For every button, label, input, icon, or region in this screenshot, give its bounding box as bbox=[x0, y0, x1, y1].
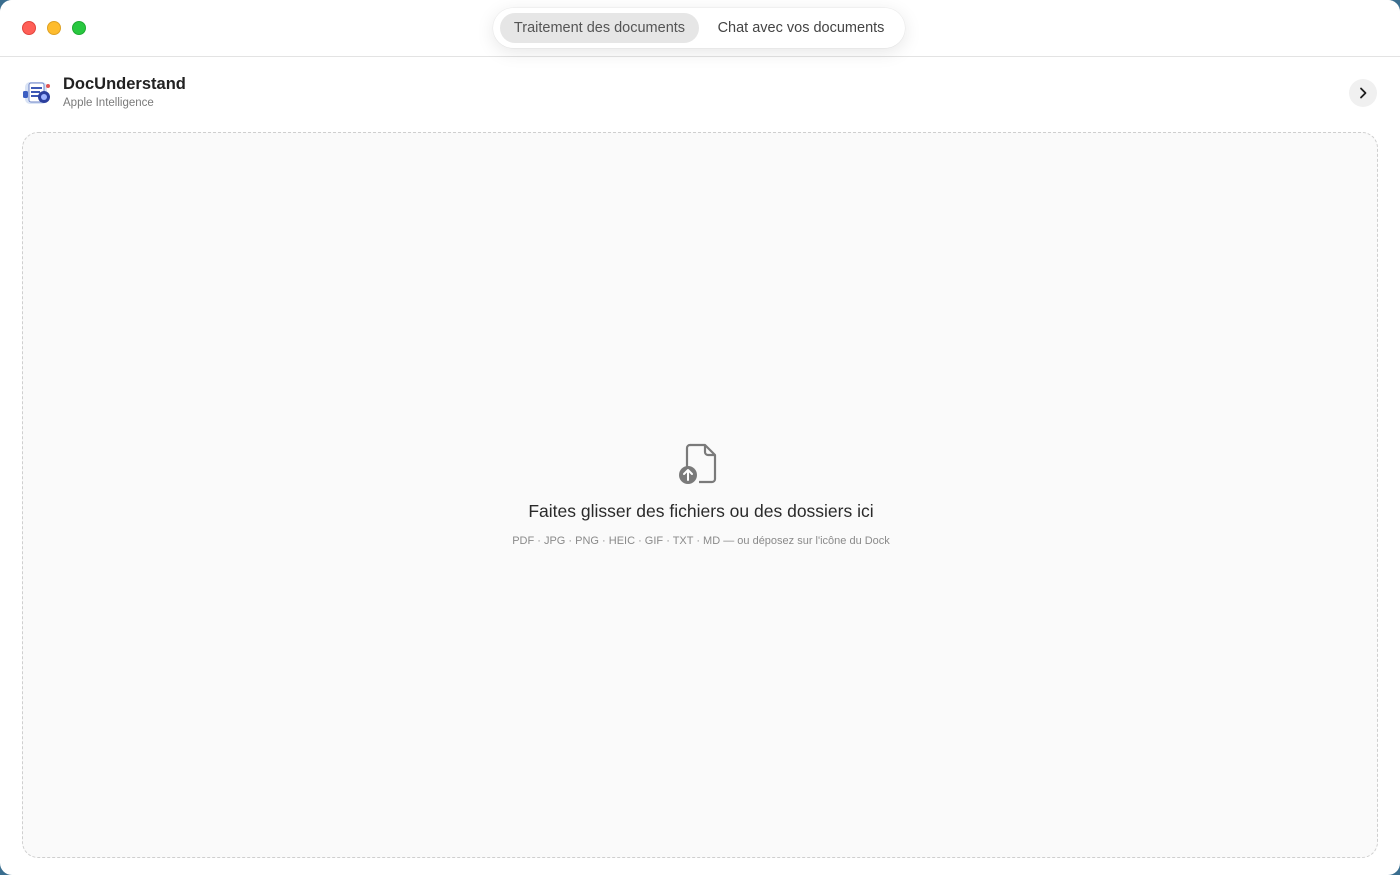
document-upload-icon bbox=[677, 442, 721, 488]
tab-document-processing[interactable]: Traitement des documents bbox=[500, 13, 699, 43]
close-window-button[interactable] bbox=[22, 21, 36, 35]
app-subtitle: Apple Intelligence bbox=[63, 97, 154, 109]
mode-segmented-control: Traitement des documents Chat avec vos d… bbox=[493, 8, 905, 48]
tab-document-chat[interactable]: Chat avec vos documents bbox=[703, 13, 899, 43]
zoom-window-button[interactable] bbox=[72, 21, 86, 35]
expand-button[interactable] bbox=[1349, 79, 1377, 107]
drop-zone-formats: PDF · JPG · PNG · HEIC · GIF · TXT · MD … bbox=[512, 535, 890, 547]
app-header: DocUnderstand Apple Intelligence bbox=[0, 57, 1400, 127]
minimize-window-button[interactable] bbox=[47, 21, 61, 35]
app-window: Traitement des documents Chat avec vos d… bbox=[0, 0, 1400, 875]
app-name: DocUnderstand bbox=[63, 75, 186, 93]
app-logo-icon bbox=[22, 79, 52, 107]
chevron-right-icon bbox=[1360, 87, 1367, 99]
title-bar[interactable]: Traitement des documents Chat avec vos d… bbox=[0, 0, 1400, 57]
file-drop-zone[interactable]: Faites glisser des fichiers ou des dossi… bbox=[22, 132, 1378, 858]
drop-zone-title: Faites glisser des fichiers ou des dossi… bbox=[528, 501, 874, 521]
